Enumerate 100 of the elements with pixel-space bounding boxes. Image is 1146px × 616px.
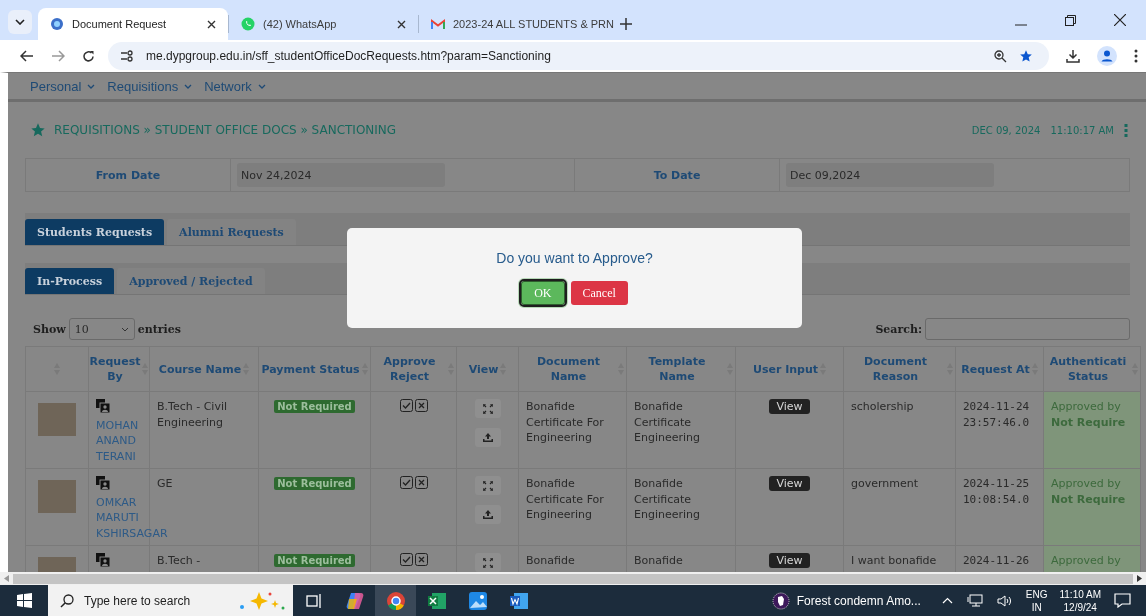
table-cell: 2024-11-25 10:08:54.0 [963, 477, 1030, 506]
news-headline[interactable]: Forest condemn Amo... [796, 593, 921, 608]
download-icon [482, 433, 493, 442]
region-indicator[interactable]: IN [1031, 600, 1042, 614]
new-tab-icon[interactable] [620, 18, 632, 30]
status-badge: Not Required [274, 554, 355, 567]
tab-search-button[interactable] [8, 10, 32, 34]
table-cell: government [851, 477, 919, 490]
date-field[interactable]: Dec 09,2024 [786, 163, 994, 187]
excel-icon [426, 590, 447, 611]
entries-select[interactable]: 10 [68, 318, 135, 340]
column-header[interactable]: Document Name [518, 346, 627, 392]
reject-icon[interactable] [414, 399, 428, 412]
filter-label: From Date [26, 159, 231, 191]
nav-menu[interactable]: Personal [30, 78, 96, 94]
tab[interactable]: In-Process [25, 268, 115, 294]
nav-menu[interactable]: Network [204, 78, 266, 94]
table-cell: Bonafide Certificate For Engineering [526, 477, 604, 521]
tab[interactable]: Approved / Rejected [117, 268, 265, 294]
column-header[interactable]: Authenticati Status [1043, 346, 1141, 392]
network-icon[interactable] [966, 593, 983, 608]
breadcrumb: REQUISITIONS » STUDENT OFFICE DOCS » SANCTIONING [54, 123, 397, 137]
menu-icon[interactable] [1134, 49, 1138, 63]
id-card-icon[interactable] [96, 399, 110, 413]
windows-icon [16, 593, 32, 608]
browser-tab[interactable]: Document Request [38, 8, 228, 40]
back-icon[interactable] [20, 50, 34, 62]
reject-icon[interactable] [414, 553, 428, 566]
requester-link[interactable]: OMKAR MARUTI KSHIRSAGAR [96, 494, 168, 541]
column-header[interactable]: View [456, 346, 519, 392]
tab-title: Document Request [72, 18, 168, 30]
url-text: me.dypgroup.edu.in/sff_studentOfficeDocRequests.htm?param=Sanctioning [146, 49, 551, 63]
status-badge: Not Required [274, 477, 355, 490]
reload-icon[interactable] [82, 49, 95, 63]
language-indicator[interactable]: ENG [1025, 587, 1048, 601]
date-field[interactable]: Nov 24,2024 [237, 163, 445, 187]
scroll-right-icon[interactable] [1137, 575, 1142, 582]
clock-time[interactable]: 11:10 AM [1059, 587, 1101, 601]
expand-button[interactable] [474, 399, 501, 418]
forward-icon[interactable] [51, 50, 65, 62]
approve-icon[interactable] [399, 553, 413, 566]
column-header[interactable]: User Input [735, 346, 844, 392]
download-button[interactable] [474, 505, 501, 524]
status-badge: Not Required [274, 400, 355, 413]
news-icon[interactable] [771, 591, 790, 610]
profile-icon[interactable] [1097, 46, 1117, 66]
horizontal-scrollbar[interactable] [0, 572, 1146, 585]
address-bar[interactable]: me.dypgroup.edu.in/sff_studentOfficeDocRequests.htm?param=Sanctioning [108, 42, 1049, 70]
view-button[interactable]: View [769, 399, 810, 414]
zoom-icon[interactable] [994, 49, 1007, 63]
volume-icon[interactable] [996, 593, 1013, 608]
notification-icon[interactable] [1114, 593, 1131, 608]
close-icon[interactable] [1114, 14, 1126, 26]
expand-button[interactable] [474, 476, 501, 495]
column-header[interactable]: Approve Reject [370, 346, 457, 392]
search-label: Search: [875, 322, 922, 336]
star-icon[interactable] [1019, 49, 1033, 63]
chevron-down-icon [15, 19, 25, 25]
show-label: Show [33, 322, 66, 336]
column-header[interactable]: Course Name [149, 346, 259, 392]
column-header[interactable]: Request At [955, 346, 1044, 392]
view-button[interactable]: View [769, 476, 810, 491]
scrollbar-thumb[interactable] [13, 573, 1133, 584]
expand-button[interactable] [474, 553, 501, 572]
taskbar-search-field[interactable]: Type here to search [48, 585, 293, 616]
table-cell: I want bonafide [851, 554, 937, 567]
close-icon[interactable] [397, 19, 406, 29]
column-header[interactable]: Document Reason [843, 346, 956, 392]
star-icon [30, 122, 46, 138]
site-settings-icon[interactable] [120, 50, 134, 62]
close-icon[interactable] [207, 19, 216, 29]
tab[interactable]: Alumni Requests [167, 219, 296, 245]
id-card-icon[interactable] [96, 553, 110, 567]
ok-button[interactable]: OK [521, 281, 565, 305]
reject-icon[interactable] [414, 476, 428, 489]
table-cell: 2024-11-24 23:57:46.0 [963, 400, 1030, 429]
download-icon[interactable] [1066, 49, 1080, 63]
browser-tab[interactable]: (42) WhatsApp [228, 15, 418, 33]
view-button[interactable]: View [769, 553, 810, 568]
approve-icon[interactable] [399, 476, 413, 489]
table-cell: Bonafide Certificate Engineering [634, 400, 700, 444]
download-button[interactable] [474, 428, 501, 447]
id-card-icon[interactable] [96, 476, 110, 490]
search-field[interactable] [925, 318, 1130, 340]
chrome-icon [385, 590, 406, 611]
table-cell: scholership [851, 400, 914, 413]
nav-menu[interactable]: Requisitions [107, 78, 193, 94]
tab[interactable]: Students Requests [25, 219, 165, 245]
approve-icon[interactable] [399, 399, 413, 412]
table-cell: Bonafide Certificate For Engineering [526, 400, 604, 444]
column-header[interactable]: Payment Status [258, 346, 371, 392]
cancel-button[interactable]: Cancel [570, 281, 628, 305]
chevron-up-icon[interactable] [941, 597, 953, 604]
restore-icon[interactable] [1065, 15, 1076, 26]
taskbar-app[interactable] [375, 585, 416, 616]
entries-label: entries [137, 322, 181, 336]
column-header[interactable]: Template Name [626, 346, 736, 392]
table-cell: B.Tech - Civil Engineering [157, 400, 227, 429]
column-header[interactable]: Request By [88, 346, 150, 392]
clock-date[interactable]: 12/9/24 [1063, 600, 1097, 614]
